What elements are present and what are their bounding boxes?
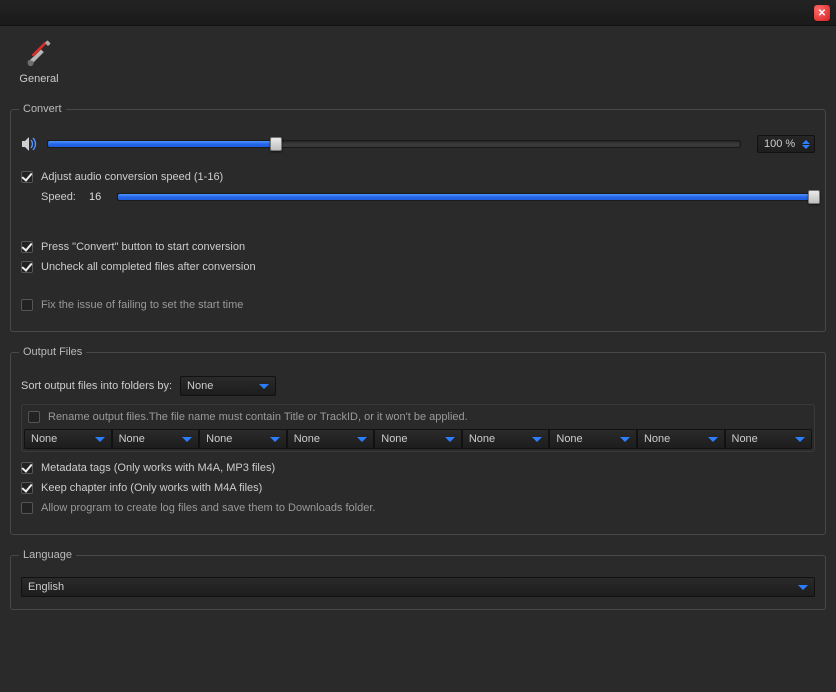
group-convert-legend: Convert — [19, 103, 66, 115]
titlebar: ✕ — [0, 0, 836, 26]
sort-dropdown-value: None — [187, 380, 213, 392]
speed-slider-fill — [118, 194, 814, 200]
close-button[interactable]: ✕ — [814, 5, 830, 21]
rename-field-dropdown[interactable]: None — [374, 429, 462, 449]
volume-slider-thumb[interactable] — [270, 137, 282, 151]
rename-field-dropdown[interactable]: None — [24, 429, 112, 449]
speed-slider[interactable] — [117, 193, 815, 201]
chapter-label: Keep chapter info (Only works with M4A f… — [41, 482, 262, 494]
rename-field-dropdown[interactable]: None — [287, 429, 375, 449]
tab-general[interactable]: General — [14, 38, 64, 85]
speed-label: Speed: — [41, 191, 81, 203]
spinner-down-icon[interactable] — [802, 145, 810, 149]
chevron-down-icon — [270, 437, 280, 442]
rename-field-value: None — [119, 433, 145, 445]
sort-label: Sort output files into folders by: — [21, 380, 172, 392]
rename-label: Rename output files.The file name must c… — [48, 411, 468, 423]
sort-dropdown[interactable]: None — [180, 376, 276, 396]
close-icon: ✕ — [818, 8, 826, 19]
rename-field-dropdown[interactable]: None — [462, 429, 550, 449]
rename-field-value: None — [556, 433, 582, 445]
content: General Convert 100 % — [0, 26, 836, 634]
group-language: Language English — [10, 549, 826, 610]
chevron-down-icon — [182, 437, 192, 442]
log-checkbox[interactable] — [21, 502, 33, 514]
log-label: Allow program to create log files and sa… — [41, 502, 375, 514]
uncheck-completed-checkbox[interactable] — [21, 261, 33, 273]
tools-icon — [24, 40, 54, 71]
spinner-up-icon[interactable] — [802, 140, 810, 144]
chevron-down-icon — [445, 437, 455, 442]
uncheck-completed-label: Uncheck all completed files after conver… — [41, 261, 256, 273]
press-convert-row: Press "Convert" button to start conversi… — [21, 241, 815, 253]
volume-row: 100 % — [21, 135, 815, 153]
metadata-checkbox[interactable] — [21, 462, 33, 474]
adjust-speed-row: Adjust audio conversion speed (1-16) — [21, 171, 815, 183]
metadata-label: Metadata tags (Only works with M4A, MP3 … — [41, 462, 275, 474]
chapter-row: Keep chapter info (Only works with M4A f… — [21, 482, 815, 494]
language-dropdown[interactable]: English — [21, 577, 815, 597]
volume-icon — [21, 136, 39, 152]
speed-slider-thumb[interactable] — [808, 190, 820, 204]
volume-spinner-value: 100 % — [764, 138, 795, 150]
rename-wrap: Rename output files.The file name must c… — [21, 404, 815, 452]
log-row: Allow program to create log files and sa… — [21, 502, 815, 514]
volume-slider-fill — [48, 141, 276, 147]
press-convert-checkbox[interactable] — [21, 241, 33, 253]
fix-start-time-row: Fix the issue of failing to set the star… — [21, 299, 815, 311]
rename-field-value: None — [381, 433, 407, 445]
fix-start-time-label: Fix the issue of failing to set the star… — [41, 299, 243, 311]
chevron-down-icon — [532, 437, 542, 442]
spinner-arrows[interactable] — [802, 140, 810, 149]
chevron-down-icon — [795, 437, 805, 442]
speed-value: 16 — [89, 191, 109, 203]
rename-checkbox[interactable] — [28, 411, 40, 423]
rename-field-value: None — [644, 433, 670, 445]
uncheck-completed-row: Uncheck all completed files after conver… — [21, 261, 815, 273]
group-output: Output Files Sort output files into fold… — [10, 346, 826, 535]
metadata-row: Metadata tags (Only works with M4A, MP3 … — [21, 462, 815, 474]
chevron-down-icon — [259, 384, 269, 389]
rename-field-dropdown[interactable]: None — [112, 429, 200, 449]
rename-field-dropdown[interactable]: None — [725, 429, 813, 449]
rename-field-value: None — [469, 433, 495, 445]
rename-field-value: None — [294, 433, 320, 445]
chevron-down-icon — [708, 437, 718, 442]
rename-row: Rename output files.The file name must c… — [28, 411, 808, 423]
tab-general-label: General — [19, 73, 58, 85]
rename-field-dropdown[interactable]: None — [637, 429, 725, 449]
language-dropdown-value: English — [28, 581, 64, 593]
group-convert: Convert 100 % — [10, 103, 826, 332]
chevron-down-icon — [620, 437, 630, 442]
adjust-speed-label: Adjust audio conversion speed (1-16) — [41, 171, 223, 183]
chevron-down-icon — [798, 585, 808, 590]
rename-field-value: None — [206, 433, 232, 445]
chevron-down-icon — [357, 437, 367, 442]
sort-row: Sort output files into folders by: None — [21, 376, 815, 396]
adjust-speed-checkbox[interactable] — [21, 171, 33, 183]
press-convert-label: Press "Convert" button to start conversi… — [41, 241, 245, 253]
volume-spinner[interactable]: 100 % — [757, 135, 815, 153]
rename-field-value: None — [732, 433, 758, 445]
chevron-down-icon — [95, 437, 105, 442]
rename-field-dropdown[interactable]: None — [549, 429, 637, 449]
fix-start-time-checkbox[interactable] — [21, 299, 33, 311]
rename-dropdowns: None None None None None None None None None — [24, 429, 812, 449]
group-language-legend: Language — [19, 549, 76, 561]
rename-field-value: None — [31, 433, 57, 445]
volume-slider[interactable] — [47, 140, 741, 148]
speed-row: Speed: 16 — [41, 191, 815, 203]
chapter-checkbox[interactable] — [21, 482, 33, 494]
rename-field-dropdown[interactable]: None — [199, 429, 287, 449]
group-output-legend: Output Files — [19, 346, 86, 358]
